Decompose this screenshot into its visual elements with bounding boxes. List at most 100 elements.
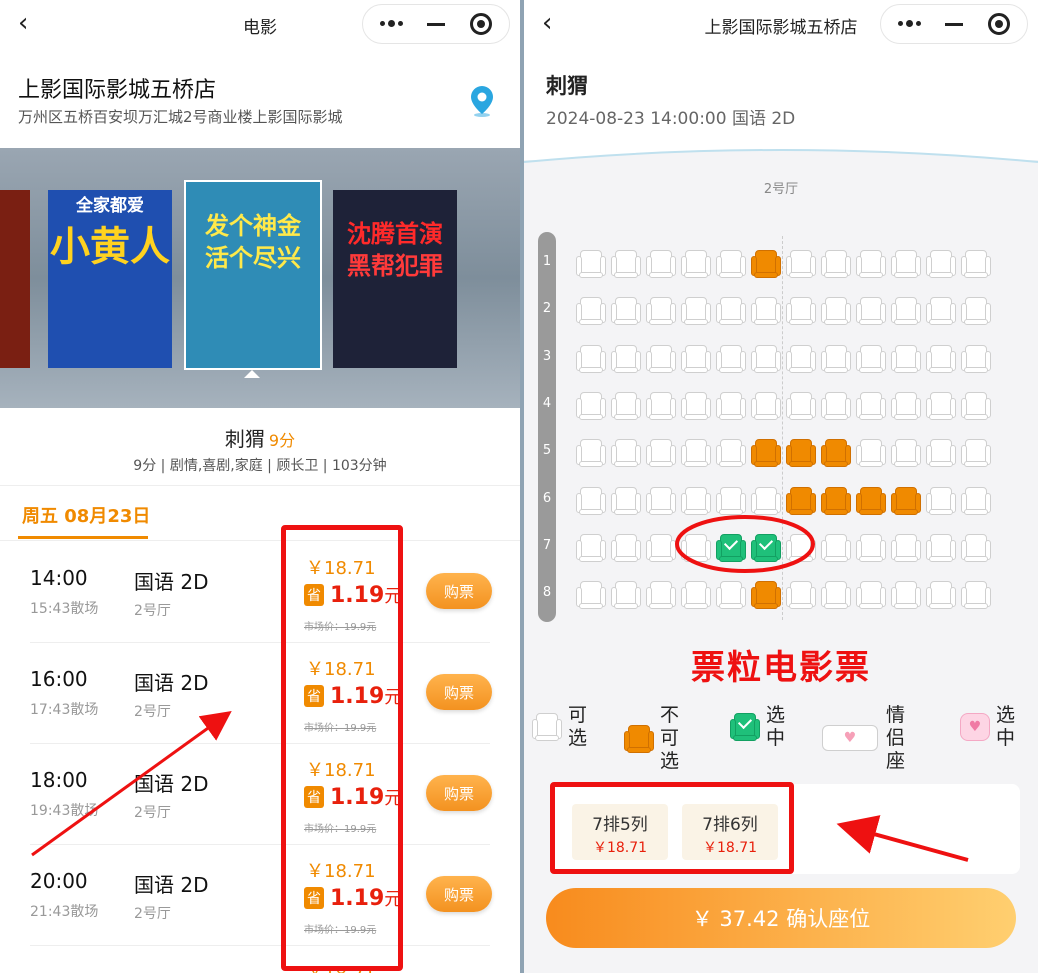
seat-available[interactable] [786,533,816,562]
seat-available[interactable] [856,581,886,610]
seat-available[interactable] [926,250,956,278]
seat-available[interactable] [786,581,816,610]
seat-available[interactable] [681,250,711,278]
seat-available[interactable] [926,486,956,515]
seat-available[interactable] [961,297,991,326]
seat-available[interactable] [926,533,956,562]
seat-available[interactable] [751,486,781,515]
seat-available[interactable] [716,439,746,468]
showtime-row[interactable]: 16:00 17:43散场 国语 2D 2号厅 ￥18.71 省 1.19 元 市场… [30,643,492,744]
seat-available[interactable] [646,439,676,468]
seat-available[interactable] [611,581,641,610]
seat-available[interactable] [576,581,606,610]
confirm-seat-button[interactable]: ￥ 37.42 确认座位 [546,888,1016,948]
buy-ticket-button[interactable]: 购票 [426,573,492,609]
seat-available[interactable] [786,297,816,326]
seat-selected[interactable] [716,533,746,562]
seat-available[interactable] [891,297,921,326]
seat-available[interactable] [681,486,711,515]
seat-available[interactable] [821,391,851,420]
minimize-icon[interactable] [421,9,451,39]
poster-item[interactable]: 全家都爱 小黄人 [48,190,172,368]
seat-available[interactable] [646,344,676,373]
seat-available[interactable] [961,439,991,468]
seat-available[interactable] [681,581,711,610]
seat-available[interactable] [856,391,886,420]
close-icon[interactable] [984,9,1014,39]
seat-available[interactable] [926,297,956,326]
seat-available[interactable] [716,344,746,373]
seat-available[interactable] [611,486,641,515]
back-icon[interactable]: ‹ [542,8,552,38]
seat-available[interactable] [751,344,781,373]
seat-available[interactable] [926,391,956,420]
seat-available[interactable] [646,486,676,515]
seat-available[interactable] [576,533,606,562]
seat-available[interactable] [786,250,816,278]
seat-available[interactable] [611,250,641,278]
seat-available[interactable] [856,533,886,562]
seat-available[interactable] [681,533,711,562]
seat-available[interactable] [611,439,641,468]
seat-available[interactable] [961,344,991,373]
close-icon[interactable] [466,9,496,39]
seat-available[interactable] [926,344,956,373]
seat-available[interactable] [576,486,606,515]
back-icon[interactable]: ‹ [18,8,28,38]
seat-available[interactable] [821,533,851,562]
seat-available[interactable] [646,391,676,420]
date-tab[interactable]: 周五 08月23日 [22,502,150,528]
showtime-row[interactable]: 18:00 19:43散场 国语 2D 2号厅 ￥18.71 省 1.19 元 市场… [30,744,492,845]
buy-ticket-button[interactable]: 购票 [426,876,492,912]
seat-available[interactable] [576,391,606,420]
seat-available[interactable] [961,581,991,610]
seat-available[interactable] [576,297,606,326]
seat-available[interactable] [891,250,921,278]
seat-available[interactable] [786,391,816,420]
poster-item-selected[interactable]: 发个神金 活个尽兴 [184,180,322,370]
poster-item[interactable]: 方 战 [0,190,30,368]
seat-available[interactable] [856,250,886,278]
seat-available[interactable] [786,344,816,373]
buy-ticket-button[interactable]: 购票 [426,775,492,811]
seat-available[interactable] [716,581,746,610]
showtime-row[interactable]: 14:00 15:43散场 国语 2D 2号厅 ￥18.71 省 1.19 元 市场… [30,542,492,643]
seat-available[interactable] [856,344,886,373]
seat-available[interactable] [961,391,991,420]
seat-available[interactable] [961,250,991,278]
seat-available[interactable] [891,344,921,373]
seat-available[interactable] [646,297,676,326]
seat-available[interactable] [751,297,781,326]
seat-available[interactable] [646,533,676,562]
seat-available[interactable] [646,581,676,610]
minimize-icon[interactable] [939,9,969,39]
seat-available[interactable] [961,486,991,515]
seat-available[interactable] [716,486,746,515]
seat-available[interactable] [821,297,851,326]
seat-available[interactable] [611,533,641,562]
seat-available[interactable] [856,439,886,468]
location-icon[interactable] [468,84,496,118]
seat-available[interactable] [611,297,641,326]
seat-available[interactable] [576,250,606,278]
seat-available[interactable] [646,250,676,278]
seat-available[interactable] [821,581,851,610]
seat-available[interactable] [716,297,746,326]
seat-available[interactable] [611,344,641,373]
seat-available[interactable] [681,344,711,373]
seat-available[interactable] [961,533,991,562]
seat-available[interactable] [681,297,711,326]
seat-available[interactable] [926,581,956,610]
seat-available[interactable] [891,533,921,562]
showtime-row[interactable]: 20:00 21:43散场 国语 2D 2号厅 ￥18.71 省 1.19 元 市场… [30,845,492,946]
more-icon[interactable] [894,9,924,39]
more-icon[interactable] [376,9,406,39]
seat-available[interactable] [891,581,921,610]
seat-available[interactable] [576,344,606,373]
seat-available[interactable] [576,439,606,468]
seat-available[interactable] [681,391,711,420]
seat-available[interactable] [821,250,851,278]
seat-available[interactable] [716,250,746,278]
buy-ticket-button[interactable]: 购票 [426,674,492,710]
seat-available[interactable] [821,344,851,373]
